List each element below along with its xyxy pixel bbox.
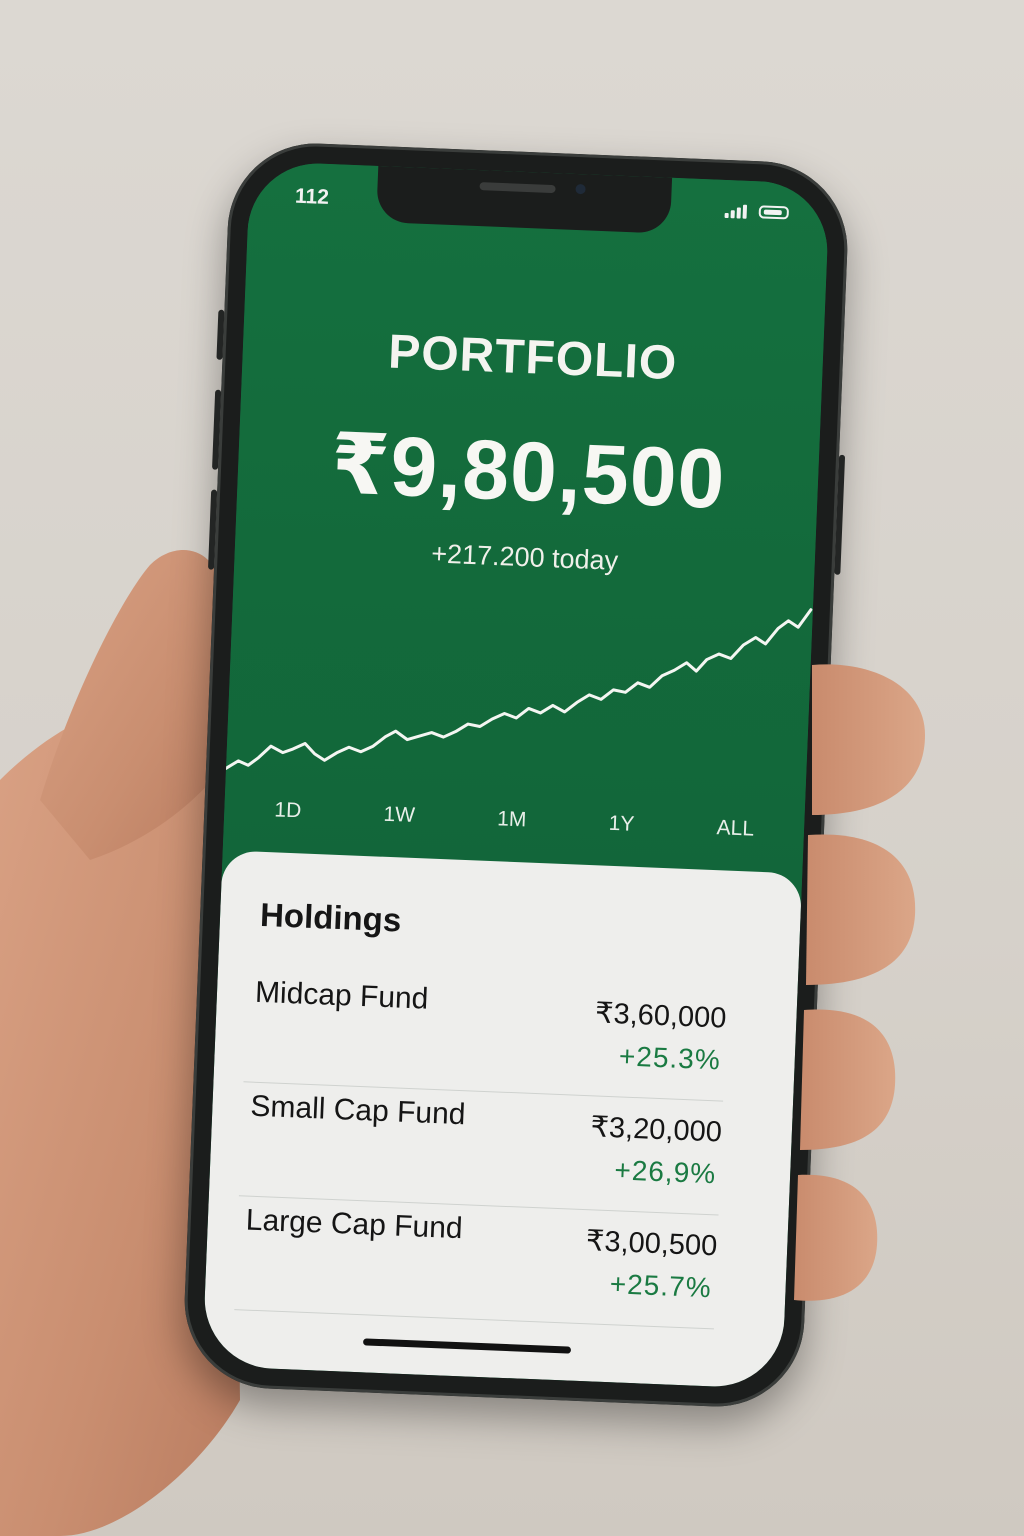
holding-value: ₹3,00,500 <box>585 1225 718 1263</box>
holding-name: Midcap Fund <box>254 975 430 1016</box>
holding-change: +25.7% <box>609 1268 713 1304</box>
holding-name: Large Cap Fund <box>245 1203 464 1246</box>
battery-icon <box>758 204 790 219</box>
holding-change: +26,9% <box>613 1154 717 1190</box>
phone-device: 112 PORTFOLIO ₹9,80,500 +217.200 today 1… <box>181 140 851 1410</box>
holdings-title: Holdings <box>259 895 402 939</box>
tab-1m[interactable]: 1M <box>487 803 537 837</box>
signal-icon <box>724 202 748 219</box>
holding-change: +25.3% <box>618 1040 722 1076</box>
portfolio-line-chart <box>225 608 813 770</box>
speaker-grille <box>479 182 556 194</box>
tab-1d[interactable]: 1D <box>264 794 312 828</box>
holding-value: ₹3,20,000 <box>589 1111 723 1149</box>
holding-row-largecap[interactable]: Large Cap Fund ₹3,00,500 +25.7% <box>234 1197 719 1330</box>
tab-1y[interactable]: 1Y <box>598 807 645 841</box>
holding-value: ₹3,60,000 <box>594 997 728 1035</box>
chart-series-line <box>225 608 813 770</box>
holding-row-midcap[interactable]: Midcap Fund ₹3,60,000 +25.3% <box>243 969 728 1102</box>
phone-screen: 112 PORTFOLIO ₹9,80,500 +217.200 today 1… <box>202 160 830 1390</box>
mute-switch <box>216 309 225 360</box>
status-icons <box>724 202 790 221</box>
status-time: 112 <box>294 184 330 210</box>
tab-all[interactable]: ALL <box>706 812 765 846</box>
holding-row-smallcap[interactable]: Small Cap Fund ₹3,20,000 +26,9% <box>238 1083 724 1216</box>
tab-1w[interactable]: 1W <box>373 798 426 832</box>
notch <box>376 163 673 234</box>
holdings-card: Holdings Midcap Fund ₹3,60,000 +25.3% Sm… <box>202 850 803 1390</box>
holding-name: Small Cap Fund <box>249 1089 467 1132</box>
front-camera <box>575 183 586 195</box>
